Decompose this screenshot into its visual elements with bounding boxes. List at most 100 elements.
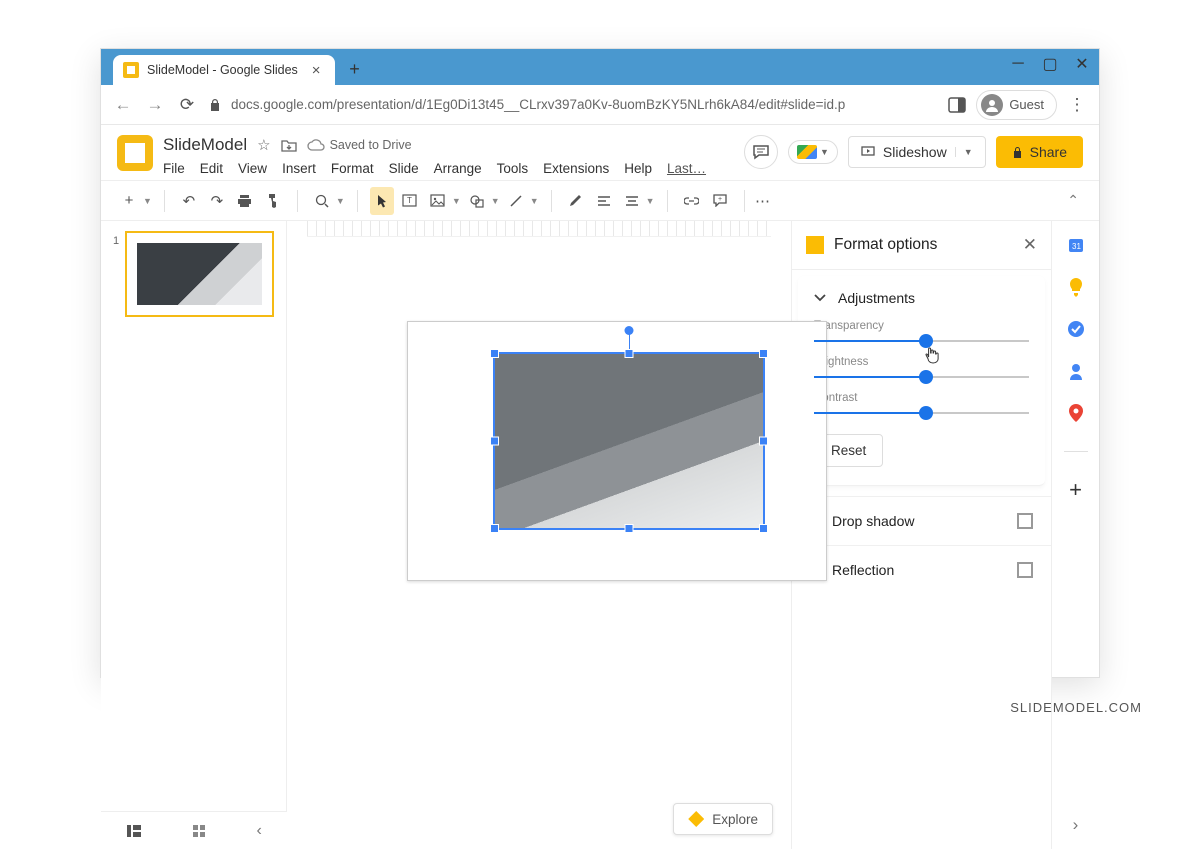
print-button[interactable] — [233, 187, 257, 215]
line-button[interactable] — [504, 187, 528, 215]
window-maximize-icon[interactable]: ▢ — [1043, 57, 1057, 71]
tasks-icon[interactable] — [1066, 319, 1086, 339]
browser-tab[interactable]: SlideModel - Google Slides × — [113, 55, 335, 85]
slideshow-button[interactable]: Slideshow ▼ — [848, 136, 986, 168]
adjustments-header[interactable]: Adjustments — [814, 290, 1029, 306]
slide-canvas[interactable] — [407, 321, 827, 581]
resize-handle-bl[interactable] — [490, 524, 499, 533]
resize-handle-mr[interactable] — [759, 437, 768, 446]
menu-insert[interactable]: Insert — [282, 161, 316, 176]
rotation-handle[interactable] — [625, 326, 634, 335]
image-button[interactable] — [426, 187, 450, 215]
explore-button[interactable]: Explore — [673, 803, 773, 835]
star-icon[interactable]: ☆ — [257, 136, 270, 154]
zoom-button[interactable] — [310, 187, 334, 215]
svg-text:31: 31 — [1072, 242, 1081, 251]
nav-back-icon[interactable]: ← — [113, 95, 133, 115]
meet-button[interactable]: ▼ — [788, 140, 838, 164]
keep-icon[interactable] — [1066, 277, 1086, 297]
menu-help[interactable]: Help — [624, 161, 652, 176]
lock-icon — [209, 98, 221, 112]
textbox-button[interactable]: T — [398, 187, 422, 215]
doc-title[interactable]: SlideModel — [163, 135, 247, 155]
tab-close-icon[interactable]: × — [312, 62, 321, 79]
contacts-icon[interactable] — [1066, 361, 1086, 381]
guest-profile-button[interactable]: Guest — [976, 90, 1057, 120]
selected-image[interactable] — [493, 352, 765, 530]
work-area: 1 ‹ — [101, 221, 1099, 849]
menubar: File Edit View Insert Format Slide Arran… — [163, 161, 734, 176]
grid-view-icon[interactable] — [192, 824, 206, 838]
redo-button[interactable]: ↷ — [205, 187, 229, 215]
link-button[interactable] — [680, 187, 704, 215]
menu-file[interactable]: File — [163, 161, 185, 176]
menu-view[interactable]: View — [238, 161, 267, 176]
collapse-filmstrip-icon[interactable]: ‹ — [257, 822, 262, 840]
browser-titlebar: SlideModel - Google Slides × + ─ ▢ ✕ — [101, 49, 1099, 85]
window-close-icon[interactable]: ✕ — [1075, 57, 1089, 71]
resize-handle-tl[interactable] — [490, 349, 499, 358]
brightness-slider[interactable] — [814, 376, 1029, 378]
close-sidepanel-button[interactable]: ✕ — [1023, 235, 1037, 255]
new-tab-button[interactable]: + — [341, 55, 369, 83]
lock-icon — [1012, 146, 1023, 159]
slides-logo-icon[interactable] — [117, 135, 153, 171]
nav-reload-icon[interactable]: ⟳ — [177, 95, 197, 115]
right-rail: 31 + › — [1051, 221, 1099, 849]
slides-favicon-icon — [123, 62, 139, 78]
contrast-label: Contrast — [814, 392, 1029, 404]
menu-tools[interactable]: Tools — [497, 161, 529, 176]
align-center-button[interactable] — [620, 187, 644, 215]
url-input[interactable]: docs.google.com/presentation/d/1Eg0Di13t… — [209, 97, 936, 112]
collapse-toolbar-button[interactable]: ⌃ — [1067, 192, 1079, 209]
select-tool-button[interactable] — [370, 187, 394, 215]
slide-canvas-area[interactable]: Explore — [287, 221, 791, 849]
window-minimize-icon[interactable]: ─ — [1011, 57, 1025, 71]
resize-handle-tr[interactable] — [759, 349, 768, 358]
hide-rail-icon[interactable]: › — [1066, 815, 1086, 835]
menu-format[interactable]: Format — [331, 161, 374, 176]
url-text: docs.google.com/presentation/d/1Eg0Di13t… — [231, 97, 845, 112]
nav-forward-icon[interactable]: → — [145, 95, 165, 115]
contrast-slider[interactable] — [814, 412, 1029, 414]
resize-handle-tm[interactable] — [625, 349, 634, 358]
format-options-sidepanel: Format options ✕ Adjustments Transparenc… — [791, 221, 1051, 849]
menu-extensions[interactable]: Extensions — [543, 161, 609, 176]
tab-title: SlideModel - Google Slides — [147, 63, 298, 77]
resize-handle-bm[interactable] — [625, 524, 634, 533]
comments-button[interactable] — [744, 135, 778, 169]
resize-handle-br[interactable] — [759, 524, 768, 533]
browser-addressbar: ← → ⟳ docs.google.com/presentation/d/1Eg… — [101, 85, 1099, 125]
comment-button[interactable]: + — [708, 187, 732, 215]
transparency-slider[interactable] — [814, 340, 1029, 342]
menu-edit[interactable]: Edit — [200, 161, 223, 176]
toolbar: +▼ ↶ ↷ ▼ T ▼ ▼ ▼ ▼ + — [101, 181, 1099, 221]
menu-last[interactable]: Last… — [667, 161, 706, 176]
cursor-hand-icon — [924, 346, 940, 364]
reflection-section[interactable]: Reflection — [792, 545, 1051, 594]
pen-button[interactable] — [564, 187, 588, 215]
menu-slide[interactable]: Slide — [389, 161, 419, 176]
share-button[interactable]: Share — [996, 136, 1083, 168]
filmstrip-view-icon[interactable] — [126, 824, 142, 838]
calendar-icon[interactable]: 31 — [1066, 235, 1086, 255]
reflection-checkbox[interactable] — [1017, 562, 1033, 578]
panel-toggle-icon[interactable] — [948, 97, 966, 113]
maps-icon[interactable] — [1066, 403, 1086, 423]
new-slide-button[interactable]: + — [117, 187, 141, 215]
menu-arrange[interactable]: Arrange — [434, 161, 482, 176]
explore-icon — [688, 811, 704, 827]
horizontal-ruler — [307, 221, 771, 237]
paint-format-button[interactable] — [261, 187, 285, 215]
more-tools-button[interactable]: ⋯ — [751, 187, 775, 215]
drop-shadow-section[interactable]: Drop shadow — [792, 496, 1051, 545]
drop-shadow-checkbox[interactable] — [1017, 513, 1033, 529]
resize-handle-ml[interactable] — [490, 437, 499, 446]
shape-button[interactable] — [465, 187, 489, 215]
move-folder-icon[interactable] — [281, 138, 297, 152]
add-addon-icon[interactable]: + — [1066, 480, 1086, 500]
undo-button[interactable]: ↶ — [177, 187, 201, 215]
slide-thumbnail[interactable] — [125, 231, 274, 317]
align-left-button[interactable] — [592, 187, 616, 215]
browser-menu-icon[interactable]: ⋮ — [1067, 95, 1087, 115]
